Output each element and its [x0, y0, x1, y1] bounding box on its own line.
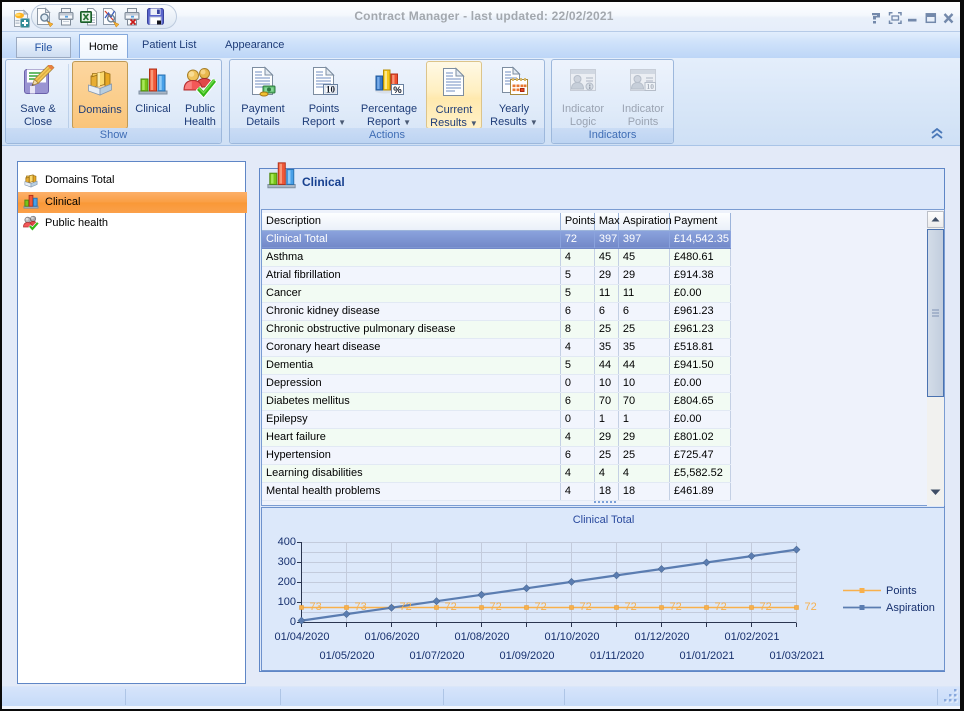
svg-text:%: %: [393, 85, 402, 96]
svg-text:10: 10: [326, 85, 336, 95]
svg-text:10: 10: [646, 82, 654, 91]
